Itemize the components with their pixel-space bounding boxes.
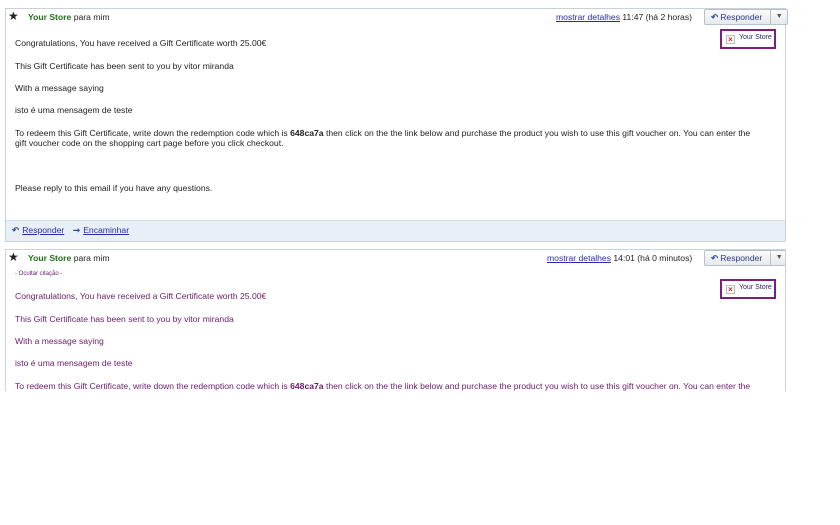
- star-icon[interactable]: ★: [8, 250, 19, 264]
- sender-name[interactable]: Your Store: [28, 253, 71, 263]
- footer-reply-link[interactable]: ↶ Responder: [12, 225, 64, 236]
- redeem-paragraph: To redeem this Gift Certificate, write d…: [15, 381, 755, 391]
- reply-button-group: ↶ Responder ▼: [704, 9, 789, 25]
- reply-button[interactable]: ↶ Responder: [705, 10, 770, 24]
- closing-line: Please reply to this email if you have a…: [15, 183, 213, 193]
- show-details-link[interactable]: mostrar detalhes: [556, 12, 620, 22]
- chevron-down-icon: ▼: [775, 254, 783, 261]
- message-header: ★ Your Store para mim mostrar detalhes 1…: [6, 9, 789, 25]
- recipient-label: para mim: [73, 253, 110, 263]
- chevron-down-icon: ▼: [775, 13, 783, 20]
- body-line: This Gift Certificate has been sent to y…: [15, 61, 234, 71]
- body-line: With a message saying: [15, 83, 104, 93]
- message-footer: ↶ Responder ➞ Encaminhar: [6, 220, 785, 241]
- body-line: isto é uma mensagem de teste: [15, 105, 133, 115]
- reply-arrow-icon: ↶: [711, 12, 719, 22]
- footer-forward-label: Encaminhar: [83, 225, 130, 235]
- reply-button-label: Responder: [720, 253, 763, 263]
- email-message: ★ Your Store para mim mostrar detalhes 1…: [5, 249, 786, 391]
- footer-forward-link[interactable]: ➞ Encaminhar: [73, 225, 129, 236]
- reply-button-label: Responder: [720, 12, 763, 22]
- email-message: ★ Your Store para mim mostrar detalhes 1…: [5, 8, 789, 242]
- sender-image-alt: Your Store: [739, 284, 772, 291]
- body-line: This Gift Certificate has been sent to y…: [15, 314, 234, 324]
- forward-arrow-icon: ➞: [73, 225, 81, 235]
- sender-image-card[interactable]: × Your Store: [720, 279, 776, 299]
- body-line: Congratulations, You have received a Gif…: [15, 291, 267, 301]
- body-line: With a message saying: [15, 336, 104, 346]
- message-time: 14:01 (há 0 minutos): [613, 253, 693, 263]
- sender-image-alt: Your Store: [739, 34, 772, 41]
- more-options-button[interactable]: ▼: [770, 251, 785, 265]
- reply-button[interactable]: ↶ Responder: [705, 251, 770, 265]
- broken-image-icon: ×: [726, 35, 735, 44]
- reply-arrow-icon: ↶: [12, 225, 20, 235]
- reply-button-group: ↶ Responder ▼: [704, 250, 785, 266]
- body-line: isto é uma mensagem de teste: [15, 358, 133, 368]
- footer-reply-label: Responder: [22, 225, 65, 235]
- redemption-code: 648ca7a: [290, 128, 324, 138]
- hide-quote-link[interactable]: - Ocultar citação -: [15, 271, 62, 277]
- message-header: ★ Your Store para mim mostrar detalhes 1…: [6, 250, 785, 266]
- message-time: 11:47 (há 2 horas): [622, 12, 692, 22]
- star-icon[interactable]: ★: [8, 9, 19, 23]
- more-options-button[interactable]: ▼: [770, 10, 787, 24]
- message-meta: mostrar detalhes 14:01 (há 0 minutos): [547, 253, 692, 263]
- broken-image-icon: ×: [726, 285, 735, 294]
- redeem-paragraph: To redeem this Gift Certificate, write d…: [15, 128, 755, 148]
- redemption-code: 648ca7a: [290, 381, 324, 391]
- message-meta: mostrar detalhes 11:47 (há 2 horas): [556, 12, 692, 22]
- show-details-link[interactable]: mostrar detalhes: [547, 253, 611, 263]
- body-line: Congratulations, You have received a Gif…: [15, 38, 267, 48]
- reply-arrow-icon: ↶: [711, 253, 719, 263]
- sender-line: Your Store para mim: [28, 253, 110, 263]
- sender-name[interactable]: Your Store: [28, 12, 71, 22]
- redeem-text: To redeem this Gift Certificate, write d…: [15, 128, 291, 138]
- sender-image-card[interactable]: × Your Store: [720, 29, 776, 49]
- redeem-text: To redeem this Gift Certificate, write d…: [15, 381, 291, 391]
- sender-line: Your Store para mim: [28, 12, 110, 22]
- recipient-label: para mim: [73, 12, 110, 22]
